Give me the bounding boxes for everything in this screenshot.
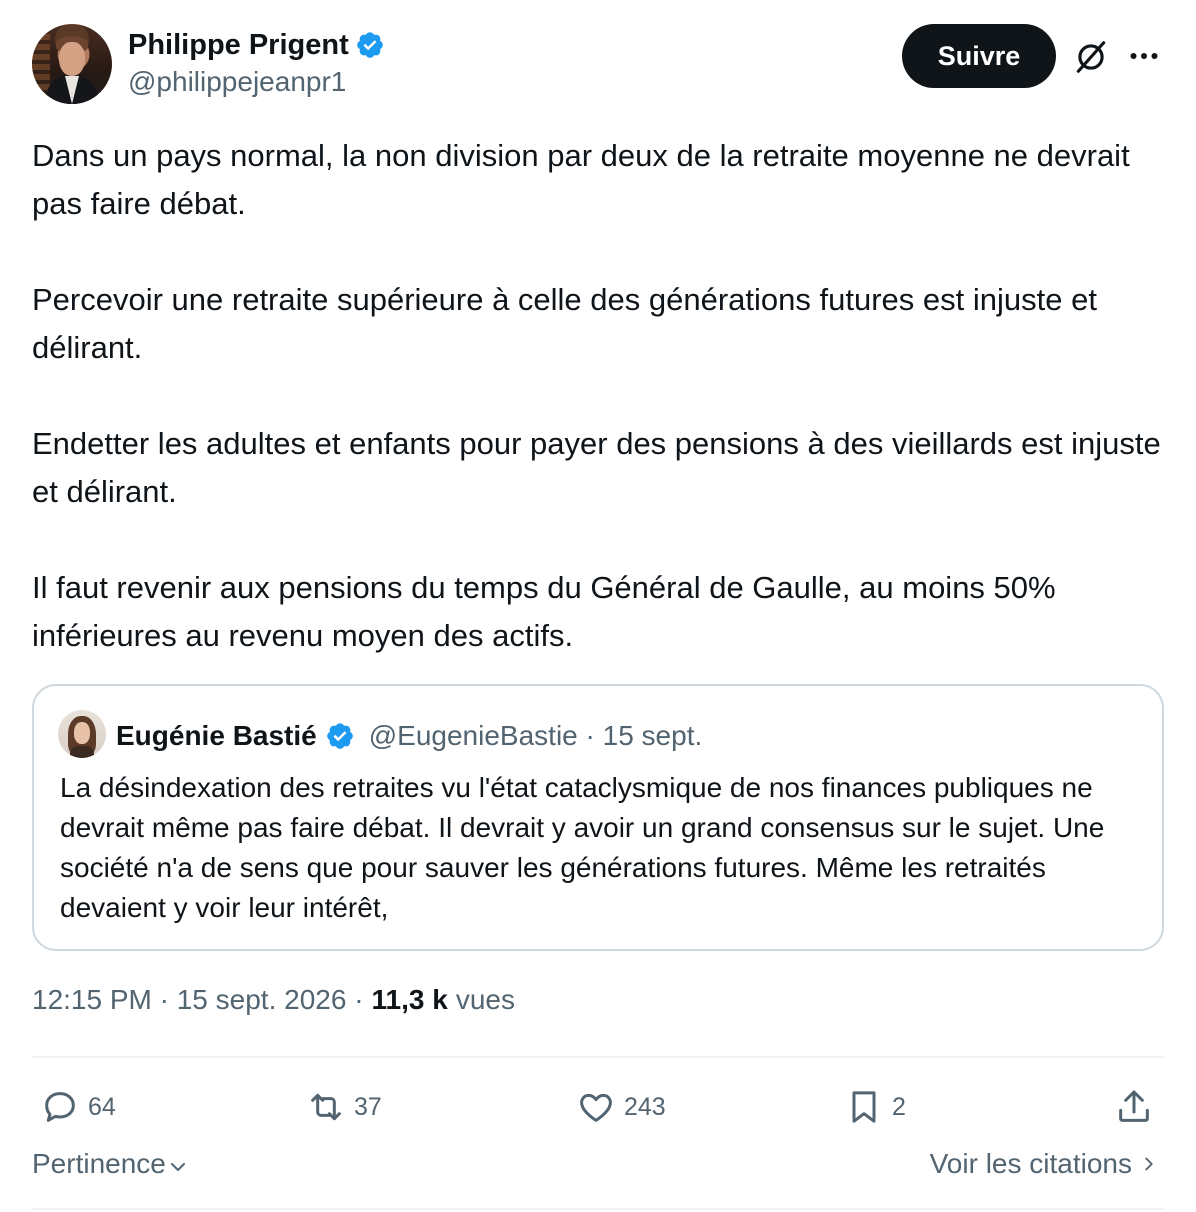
like-button[interactable]: 243 [576,1082,666,1132]
follow-button[interactable]: Suivre [902,24,1056,88]
view-quotes-link[interactable]: Voir les citations [930,1148,1160,1180]
verified-badge-icon [356,32,383,58]
repost-count: 37 [354,1092,382,1121]
share-button[interactable] [1114,1082,1154,1132]
views-count: 11,3 k [371,984,448,1015]
action-bar: 64 37 243 2 [32,1082,1164,1132]
divider [32,1208,1164,1210]
timestamp[interactable]: 12:15 PM · 15 sept. 2026 · [32,984,364,1016]
bookmark-icon [852,1091,876,1123]
sort-dropdown[interactable]: Pertinence [32,1148,190,1180]
views-label: vues [455,984,515,1015]
sort-label: Pertinence [32,1148,166,1179]
tweet-paragraph: Dans un pays normal, la non division par… [32,138,1130,221]
repost-icon [311,1093,341,1121]
author-name[interactable]: Philippe Prigent [128,29,349,62]
chevron-right-icon [1145,1157,1153,1171]
quote-author-avatar[interactable] [58,710,106,758]
repost-button[interactable]: 37 [306,1082,382,1132]
tweet-text: Dans un pays normal, la non division par… [32,132,1164,660]
bookmark-count: 2 [892,1092,906,1121]
reply-button[interactable]: 64 [40,1082,116,1132]
chevron-down-icon [170,1163,185,1171]
view-quotes-label: Voir les citations [929,1148,1132,1179]
grok-icon[interactable] [1072,38,1110,76]
tweet-paragraph: Il faut revenir aux pensions du temps du… [32,570,1056,653]
quoted-tweet[interactable]: Eugénie Bastié @EugenieBastie · 15 sept.… [32,684,1164,951]
tweet-detail: Philippe Prigent @philippejeanpr1 Suivre… [0,0,1196,1212]
author-handle[interactable]: @philippejeanpr1 [128,66,385,98]
quote-meta: @EugenieBastie · 15 sept. [368,720,703,751]
reply-count: 64 [88,1092,116,1121]
share-icon [1119,1090,1149,1122]
tweet-header: Philippe Prigent @philippejeanpr1 Suivre [32,24,1164,104]
heart-icon [580,1093,612,1122]
quote-header: Eugénie Bastié @EugenieBastie · 15 sept. [116,716,702,756]
bookmark-button[interactable]: 2 [844,1082,906,1132]
replies-footer: Pertinence Voir les citations [32,1148,1164,1188]
quote-author-name[interactable]: Eugénie Bastié [116,720,317,752]
more-options-icon[interactable] [1126,38,1162,74]
tweet-meta: 12:15 PM · 15 sept. 2026 · 11,3 k vues [32,984,515,1016]
quote-text: La désindexation des retraites vu l'état… [60,772,1105,923]
verified-badge-icon [326,723,353,749]
author-info: Philippe Prigent @philippejeanpr1 [128,26,385,98]
reply-icon [45,1092,75,1122]
tweet-paragraph: Endetter les adultes et enfants pour pay… [32,426,1161,509]
tweet-paragraph: Percevoir une retraite supérieure à cell… [32,282,1097,365]
like-count: 243 [624,1092,666,1121]
author-avatar[interactable] [32,24,112,104]
divider [32,1056,1164,1058]
